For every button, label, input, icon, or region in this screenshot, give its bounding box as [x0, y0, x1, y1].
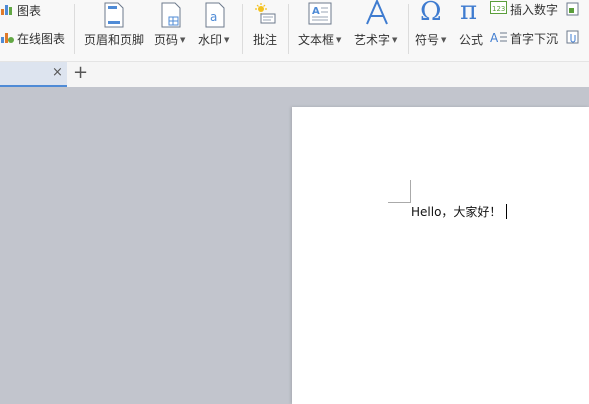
drop-cap-button[interactable]: A 首字下沉: [490, 28, 562, 46]
textbox-icon: A: [308, 2, 332, 25]
page-number-icon: [161, 2, 181, 28]
comment-label: 批注: [253, 33, 278, 47]
chevron-down-icon: ▼: [180, 36, 186, 44]
document-text-line[interactable]: Hello，大家好！: [411, 203, 508, 220]
page-number-label: 页码 ▼: [154, 33, 186, 47]
wordart-label: 艺术字 ▼: [354, 33, 398, 47]
insert-number-icon-text: 123: [492, 5, 505, 13]
omega-icon: Ω: [420, 0, 442, 27]
symbol-button[interactable]: Ω 符号 ▼: [412, 0, 452, 52]
online-chart-icon: [1, 33, 14, 43]
watermark-button[interactable]: a 水印 ▼: [196, 0, 236, 52]
document-tab-strip: × +: [0, 62, 589, 87]
drop-cap-icon-letter: A: [490, 31, 499, 44]
watermark-icon: a: [205, 2, 225, 28]
object-button[interactable]: [566, 0, 589, 18]
text-cursor: [506, 204, 508, 219]
wordart-button[interactable]: 艺术字 ▼: [352, 0, 404, 52]
chevron-down-icon: ▼: [336, 36, 342, 44]
document-page[interactable]: Hello，大家好！: [292, 107, 589, 404]
margin-corner-marker: [388, 180, 411, 203]
document-tab[interactable]: ×: [0, 62, 67, 87]
page-number-button[interactable]: 页码 ▼: [152, 0, 192, 52]
separator: [288, 4, 289, 54]
formula-label: 公式: [459, 33, 484, 47]
new-tab-plus-icon[interactable]: +: [73, 62, 88, 83]
chart-label: 图表: [17, 4, 42, 18]
separator: [74, 4, 75, 54]
symbol-label: 符号 ▼: [415, 33, 447, 47]
document-workspace: Hello，大家好！: [0, 87, 589, 404]
header-footer-icon: [104, 2, 124, 28]
online-chart-label: 在线图表: [17, 32, 66, 46]
textbox-label: 文本框 ▼: [298, 33, 342, 47]
comment-icon: [255, 3, 276, 24]
insert-number-label: 插入数字: [510, 3, 559, 17]
insert-number-icon: 123: [490, 1, 507, 14]
chevron-down-icon: ▼: [441, 36, 447, 44]
drop-cap-icon: A: [490, 31, 507, 44]
separator: [408, 4, 409, 54]
watermark-label: 水印 ▼: [198, 33, 230, 47]
insert-number-button[interactable]: 123 插入数字: [490, 0, 562, 18]
chevron-down-icon: ▼: [392, 36, 398, 44]
object-icon: [566, 2, 579, 16]
textbox-icon-letter: A: [312, 6, 320, 17]
chart-button[interactable]: 图表: [0, 0, 50, 18]
watermark-icon-letter: a: [210, 10, 217, 24]
header-footer-button[interactable]: 页眉和页脚: [80, 0, 148, 52]
close-icon[interactable]: ×: [52, 65, 63, 80]
online-chart-button[interactable]: 在线图表: [0, 28, 70, 46]
formula-button[interactable]: π 公式: [456, 0, 488, 52]
separator: [242, 4, 243, 54]
comment-button[interactable]: 批注: [248, 0, 284, 52]
chart-icon: [1, 5, 12, 15]
drop-cap-label: 首字下沉: [510, 32, 559, 46]
wordart-icon: [366, 0, 388, 25]
chevron-down-icon: ▼: [224, 36, 230, 44]
insert-attachment-button[interactable]: [566, 28, 589, 46]
ribbon-toolbar: 图表 在线图表 页眉和页脚 页码 ▼ a 水印 ▼ 批注 A 文本框 ▼ 艺术字…: [0, 0, 589, 62]
document-text: Hello，大家好！: [411, 205, 502, 219]
header-footer-label: 页眉和页脚: [84, 33, 145, 47]
attachment-icon: [566, 30, 579, 44]
textbox-button[interactable]: A 文本框 ▼: [296, 0, 348, 52]
pi-icon: π: [460, 0, 478, 26]
